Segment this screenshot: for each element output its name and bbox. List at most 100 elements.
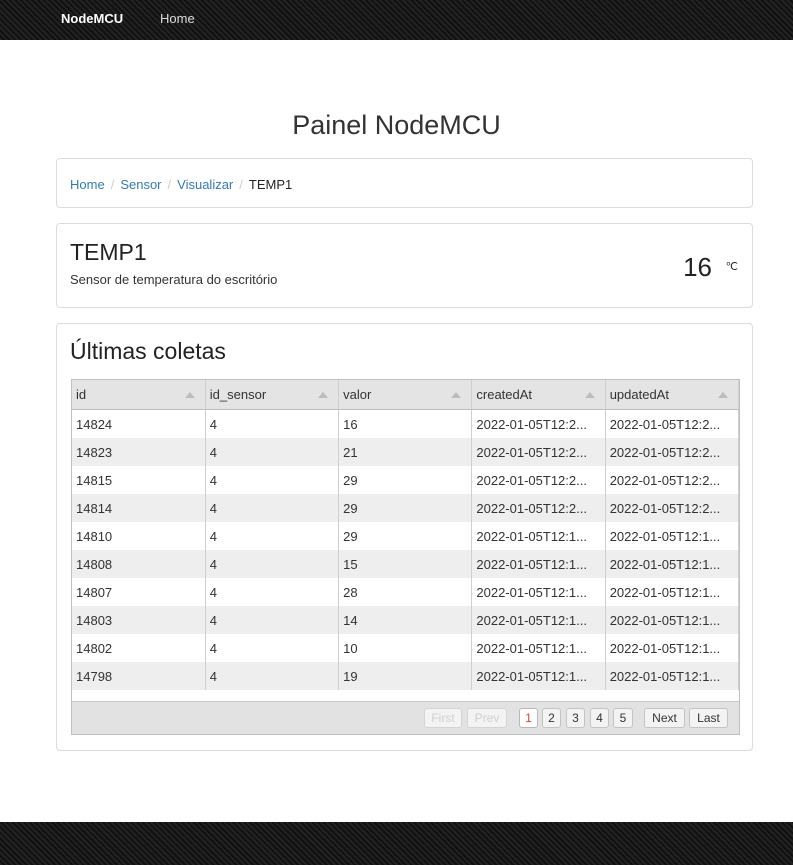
navbar: NodeMCU Home — [0, 0, 793, 40]
table-cell-createdat: 2022-01-05T12:2... — [471, 466, 606, 494]
prev-page-button[interactable]: Prev — [467, 708, 507, 728]
table-cell-createdat: 2022-01-05T12:1... — [471, 550, 606, 578]
navbar-brand[interactable]: NodeMCU — [61, 11, 123, 26]
column-header-id[interactable]: id — [72, 380, 206, 410]
page-button-5[interactable]: 5 — [613, 708, 633, 728]
column-header-id-sensor[interactable]: id_sensor — [205, 380, 340, 410]
table-cell-updatedat: 2022-01-05T12:2... — [605, 466, 740, 494]
breadcrumb: Home / Sensor / Visualizar / TEMP1 — [56, 158, 753, 208]
first-page-button[interactable]: First — [424, 708, 462, 728]
sort-arrow-icon — [451, 392, 462, 398]
table-row[interactable]: 14807 4 28 2022-01-05T12:1... 2022-01-05T12:… — [72, 578, 740, 606]
page-title: Painel NodeMCU — [292, 110, 501, 140]
table-row[interactable]: 14798 4 19 2022-01-05T12:1... 2022-01-05T12:… — [72, 662, 740, 690]
table-cell-valor: 29 — [338, 494, 473, 522]
table-cell-id: 14810 — [72, 522, 206, 550]
breadcrumb-visualizar[interactable]: Visualizar — [177, 177, 233, 192]
table-cell-updatedat: 2022-01-05T12:1... — [605, 662, 740, 690]
table-header-row: id id_sensor valor createdAt updatedAt — [72, 380, 740, 410]
table-row[interactable]: 14815 4 29 2022-01-05T12:2... 2022-01-05T12:… — [72, 466, 740, 494]
sensor-value: 16 — [683, 252, 712, 282]
last-page-button[interactable]: Last — [689, 708, 728, 728]
table-cell-updatedat: 2022-01-05T12:1... — [605, 606, 740, 634]
table-row[interactable]: 14810 4 29 2022-01-05T12:1... 2022-01-05T12:… — [72, 522, 740, 550]
table-cell-id: 14808 — [72, 550, 206, 578]
sort-arrow-icon — [584, 392, 595, 398]
table-cell-id: 14803 — [72, 606, 206, 634]
page-button-2[interactable]: 2 — [542, 708, 561, 728]
table-cell-createdat: 2022-01-05T12:1... — [471, 606, 606, 634]
data-grid: id id_sensor valor createdAt updatedAt 1… — [71, 379, 740, 735]
table-cell-id-sensor: 4 — [205, 522, 340, 550]
table-cell-updatedat: 2022-01-05T12:2... — [605, 409, 740, 438]
table-row[interactable]: 14802 4 10 2022-01-05T12:1... 2022-01-05T12:… — [72, 634, 740, 662]
table-cell-createdat: 2022-01-05T12:1... — [471, 634, 606, 662]
table-cell-id: 14807 — [72, 578, 206, 606]
column-header-createdat[interactable]: createdAt — [471, 380, 606, 410]
sort-arrow-icon — [184, 392, 195, 398]
table-cell-id: 14798 — [72, 662, 206, 690]
table-cell-updatedat: 2022-01-05T12:1... — [605, 550, 740, 578]
breadcrumb-separator: / — [110, 177, 115, 192]
page-button-3[interactable]: 3 — [566, 708, 585, 728]
table-cell-valor: 28 — [338, 578, 473, 606]
table-cell-id: 14815 — [72, 466, 206, 494]
table-row[interactable]: 14814 4 29 2022-01-05T12:2... 2022-01-05T12:… — [72, 494, 740, 522]
table-cell-id-sensor: 4 — [205, 606, 340, 634]
table-row[interactable]: 14824 4 16 2022-01-05T12:2... 2022-01-05T12:… — [72, 409, 740, 438]
table-cell-createdat: 2022-01-05T12:1... — [471, 522, 606, 550]
breadcrumb-home[interactable]: Home — [70, 177, 105, 192]
table-cell-id-sensor: 4 — [205, 438, 340, 466]
coletas-panel: Últimas coletas id id_sensor valor creat… — [56, 323, 753, 751]
table-cell-createdat: 2022-01-05T12:2... — [471, 409, 606, 438]
next-page-button[interactable]: Next — [644, 708, 685, 728]
table-cell-createdat: 2022-01-05T12:1... — [471, 662, 606, 690]
page-button-1[interactable]: 1 — [519, 708, 538, 728]
table-row[interactable]: 14803 4 14 2022-01-05T12:1... 2022-01-05T12:… — [72, 606, 740, 634]
table-cell-valor: 15 — [338, 550, 473, 578]
coletas-title: Últimas coletas — [70, 338, 226, 364]
breadcrumb-separator: / — [167, 177, 172, 192]
table-cell-id-sensor: 4 — [205, 634, 340, 662]
table-cell-updatedat: 2022-01-05T12:1... — [605, 578, 740, 606]
table-cell-updatedat: 2022-01-05T12:1... — [605, 522, 740, 550]
table-cell-id: 14814 — [72, 494, 206, 522]
table-cell-id: 14802 — [72, 634, 206, 662]
breadcrumb-separator: / — [239, 177, 243, 192]
breadcrumb-sensor[interactable]: Sensor — [120, 177, 161, 192]
table-row[interactable]: 14808 4 15 2022-01-05T12:1... 2022-01-05T12:… — [72, 550, 740, 578]
table-cell-id-sensor: 4 — [205, 466, 340, 494]
nav-link-home[interactable]: Home — [160, 11, 195, 26]
pager: First Prev 1 2 3 4 5 Next Last — [72, 701, 739, 734]
table-cell-valor: 16 — [338, 409, 473, 438]
table-row[interactable]: 14823 4 21 2022-01-05T12:2... 2022-01-05T12:… — [72, 438, 740, 466]
sort-arrow-icon — [718, 392, 728, 398]
table-cell-valor: 14 — [338, 606, 473, 634]
table-cell-createdat: 2022-01-05T12:2... — [471, 438, 606, 466]
table-cell-id: 14823 — [72, 438, 206, 466]
sensor-name: TEMP1 — [70, 239, 147, 265]
sensor-description: Sensor de temperatura do escritório — [70, 272, 278, 287]
sensor-panel: TEMP1 Sensor de temperatura do escritóri… — [56, 223, 753, 308]
table-cell-valor: 29 — [338, 522, 473, 550]
table-cell-id-sensor: 4 — [205, 409, 340, 438]
table-cell-createdat: 2022-01-05T12:1... — [471, 578, 606, 606]
sensor-unit: ℃ — [725, 261, 738, 273]
sort-arrow-icon — [318, 392, 329, 398]
table-cell-id-sensor: 4 — [205, 494, 340, 522]
table-cell-updatedat: 2022-01-05T12:1... — [605, 634, 740, 662]
table-cell-valor: 29 — [338, 466, 473, 494]
table-cell-updatedat: 2022-01-05T12:2... — [605, 494, 740, 522]
table-cell-valor: 19 — [338, 662, 473, 690]
table-cell-id-sensor: 4 — [205, 662, 340, 690]
data-table: id id_sensor valor createdAt updatedAt 1… — [72, 380, 740, 690]
footer — [0, 822, 793, 865]
column-header-updatedat[interactable]: updatedAt — [605, 380, 740, 410]
table-cell-id-sensor: 4 — [205, 578, 340, 606]
table-cell-id-sensor: 4 — [205, 550, 340, 578]
table-cell-valor: 21 — [338, 438, 473, 466]
page-button-4[interactable]: 4 — [590, 708, 609, 728]
column-header-valor[interactable]: valor — [338, 380, 473, 410]
breadcrumb-current: TEMP1 — [248, 177, 293, 192]
table-cell-createdat: 2022-01-05T12:2... — [471, 494, 606, 522]
